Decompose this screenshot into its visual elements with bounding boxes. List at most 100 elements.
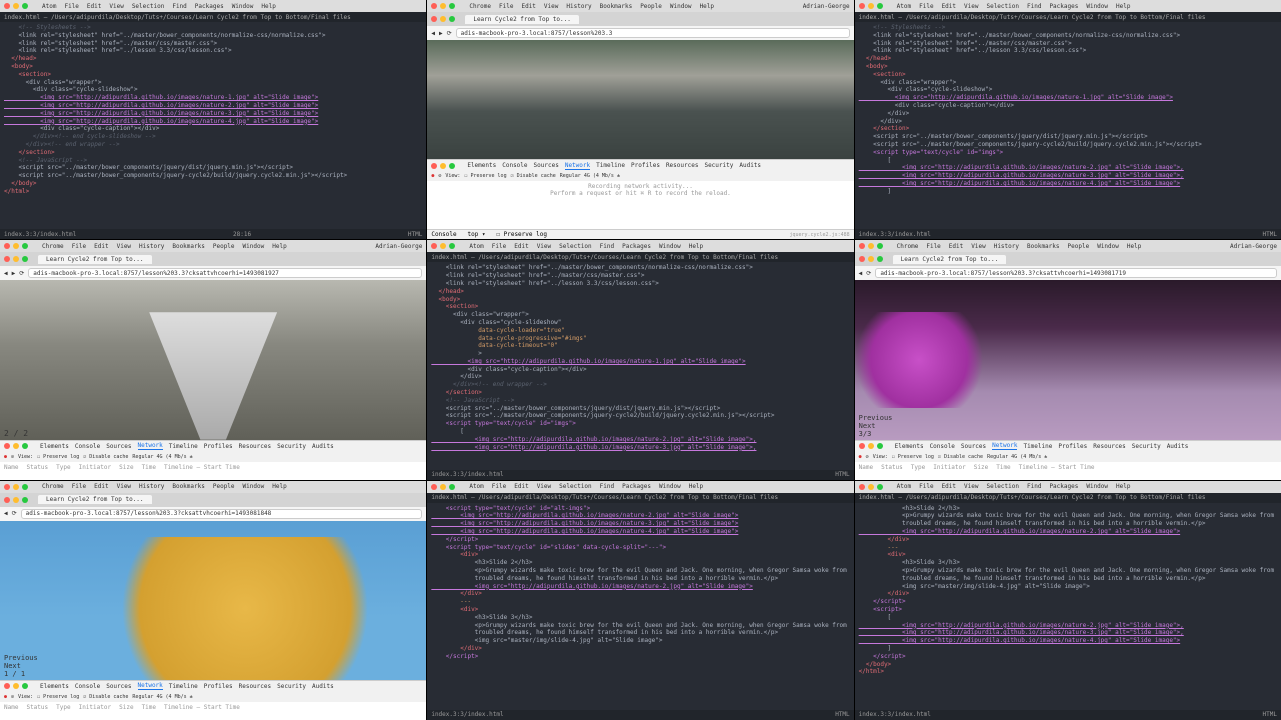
address-field[interactable]: adis-macbook-pro-3.local:8757/lesson%203… [875,268,1277,278]
address-field[interactable]: adis-macbook-pro-3.local:8757/lesson%203… [456,28,850,38]
editor-title-bar: index.html — /Users/adipurdila/Desktop/T… [427,252,853,262]
prev-link[interactable]: Previous [859,414,893,422]
code-editor[interactable]: <script type="text/cycle" id="alt-imgs">… [427,503,853,710]
editor-title-bar: index.html — /Users/adipurdila/Desktop/T… [855,493,1281,503]
atom-editor-panel-9: AtomFileEditViewSelectionFindPackagesWin… [855,481,1281,720]
menu-item[interactable]: File [64,3,78,10]
reload-icon[interactable]: ⟳ [19,270,24,277]
code-line: <!-- JavaScript --> [4,157,422,165]
back-icon[interactable]: ◀ [4,270,8,277]
address-bar-row: ◀ ⟳ adis-macbook-pro-3.local:8757/lesson%2… [0,507,426,521]
chrome-panel-6: ChromeFileEditViewHistoryBookmarksPeople… [855,240,1281,479]
back-icon[interactable]: ◀ [859,270,863,277]
clear-icon[interactable]: ⊘ [438,173,441,179]
menu-item[interactable]: Help [261,3,275,10]
menu-item[interactable]: Chrome [469,3,491,10]
back-icon[interactable]: ◀ [4,510,8,517]
code-editor[interactable]: <h3>Slide 2</h3> <p>Grumpy wizards make … [855,503,1281,710]
chrome-menubar: ChromeFileEditViewHistoryBookmarksPeople… [855,240,1281,252]
menu-item[interactable]: Find [172,3,186,10]
atom-menubar: AtomFileEditViewSelectionFindPackagesWin… [855,481,1281,493]
slide-image [855,280,1281,439]
reload-icon[interactable]: ⟳ [866,270,871,277]
code-line: <link rel="stylesheet" href="../lesson 3… [4,47,422,55]
menu-item[interactable]: Edit [521,3,535,10]
preserve-log-checkbox[interactable]: Preserve log [470,173,506,179]
atom-menubar: AtomFileEditViewSelectionFindPackagesWin… [855,0,1281,12]
menu-item[interactable]: Edit [87,3,101,10]
address-bar-row: ◀ ▶⟳ adis-macbook-pro-3.local:8757/lesson%… [0,266,426,280]
code-line: <img src="http://adipurdila.github.io/im… [4,94,422,102]
code-editor[interactable]: <!-- Stylesheets --> <link rel="styleshe… [0,22,426,229]
menu-item[interactable]: Bookmarks [600,3,633,10]
menu-item[interactable]: File [499,3,513,10]
code-editor[interactable]: <!-- Stylesheets --> <link rel="styleshe… [855,22,1281,229]
editor-title-bar: index.html — /Users/adipurdila/Desktop/T… [855,12,1281,22]
code-line: <img src="http://adipurdila.github.io/im… [4,110,422,118]
address-field[interactable]: adis-macbook-pro-3.local:8757/lesson%203… [21,509,423,519]
devtools-tab-network[interactable]: Network [565,162,590,170]
user-name: Adrian-George [803,3,850,10]
browser-tab[interactable]: Learn Cycle2 from Top to... [465,15,579,24]
menu-item[interactable]: Selection [132,3,165,10]
record-icon[interactable]: ● [431,173,434,179]
menu-item[interactable]: Window [670,3,692,10]
address-bar-row: ◀⟳ adis-macbook-pro-3.local:8757/lesson%2… [855,266,1281,280]
editor-status-bar: index.3:3/index.htmlHTML [855,710,1281,720]
atom-menubar: AtomFileEditViewSelectionFindPackagesWin… [427,481,853,493]
devtools-tabs: Elements Console Sources Network Timelin… [427,159,853,171]
devtools-tabs: ElementsConsoleSourcesNetworkTimelinePro… [855,440,1281,452]
back-icon[interactable]: ◀ [431,30,435,37]
devtools-tab[interactable]: Timeline [596,162,625,169]
menu-item[interactable]: View [544,3,558,10]
next-link[interactable]: Next [4,662,21,670]
code-line: <img src="http://adipurdila.github.io/im… [4,102,422,110]
prev-link[interactable]: Previous [4,654,38,662]
devtools: Elements Console Sources Network Timelin… [427,159,853,239]
devtools-tab[interactable]: Console [502,162,527,169]
console-source[interactable]: jquery.cycle2.js:488 [789,232,849,238]
reload-icon[interactable]: ⟳ [447,30,452,37]
menu-item[interactable]: People [640,3,662,10]
menu-item[interactable]: Window [232,3,254,10]
menu-item[interactable]: View [109,3,123,10]
forward-icon[interactable]: ▶ [439,30,443,37]
devtools-tab[interactable]: Elements [467,162,496,169]
devtools-controls: ●⊘View:☐ Preserve log☑ Disable cacheRegu… [855,452,1281,462]
menu-item[interactable]: Atom [42,3,56,10]
forward-icon[interactable]: ▶ [12,270,16,277]
menu-item[interactable]: Packages [195,3,224,10]
code-editor[interactable]: <link rel="stylesheet" href="../master/b… [427,262,853,469]
disable-cache-checkbox[interactable]: Disable cache [517,173,556,179]
slide-image [0,280,426,439]
reload-icon[interactable]: ⟳ [12,510,17,517]
code-line: <section> [4,71,422,79]
devtools-tab[interactable]: Resources [666,162,699,169]
browser-viewport: Previous Next 1 / 1 [0,521,426,680]
menu-item[interactable]: History [566,3,591,10]
throttle-select[interactable]: Regular 4G (4 Mb/s ± [560,173,620,179]
devtools-controls: ●⊘View:☐ Preserve log☑ Disable cacheRegu… [0,692,426,702]
devtools-tab[interactable]: Security [704,162,733,169]
code-line: </head> [4,55,422,63]
editor-status-bar: index.3:3/index.htmlHTML [427,710,853,720]
devtools-tab[interactable]: Sources [534,162,559,169]
next-link[interactable]: Next [859,422,876,430]
editor-status-bar: index.3:3/index.html28:16HTML [0,229,426,239]
console-preserve-checkbox[interactable]: Preserve log [504,231,547,238]
menu-item[interactable]: Help [700,3,714,10]
devtools-tabs: ElementsConsoleSourcesNetworkTimelinePro… [0,440,426,452]
atom-menubar: AtomFileEditViewSelectionFindPackagesWin… [427,240,853,252]
network-hint: Recording network activity... [431,183,849,190]
devtools-tab[interactable]: Profiles [631,162,660,169]
address-bar-row: ◀ ▶ ⟳ adis-macbook-pro-3.local:8757/less… [427,26,853,40]
code-line: </div><!-- end wrapper --> [4,141,422,149]
code-line: <script src="../master/bower_components/… [4,164,422,172]
slide-image [427,40,853,159]
console-context-select[interactable]: top [467,231,478,238]
atom-editor-panel-8: AtomFileEditViewSelectionFindPackagesWin… [427,481,853,720]
devtools-tab[interactable]: Audits [739,162,761,169]
address-field[interactable]: adis-macbook-pro-3.local:8757/lesson%203… [28,268,422,278]
devtools: ElementsConsoleSourcesNetworkTimelinePro… [0,440,426,480]
atom-menubar: Atom File Edit View Selection Find Packa… [0,0,426,12]
